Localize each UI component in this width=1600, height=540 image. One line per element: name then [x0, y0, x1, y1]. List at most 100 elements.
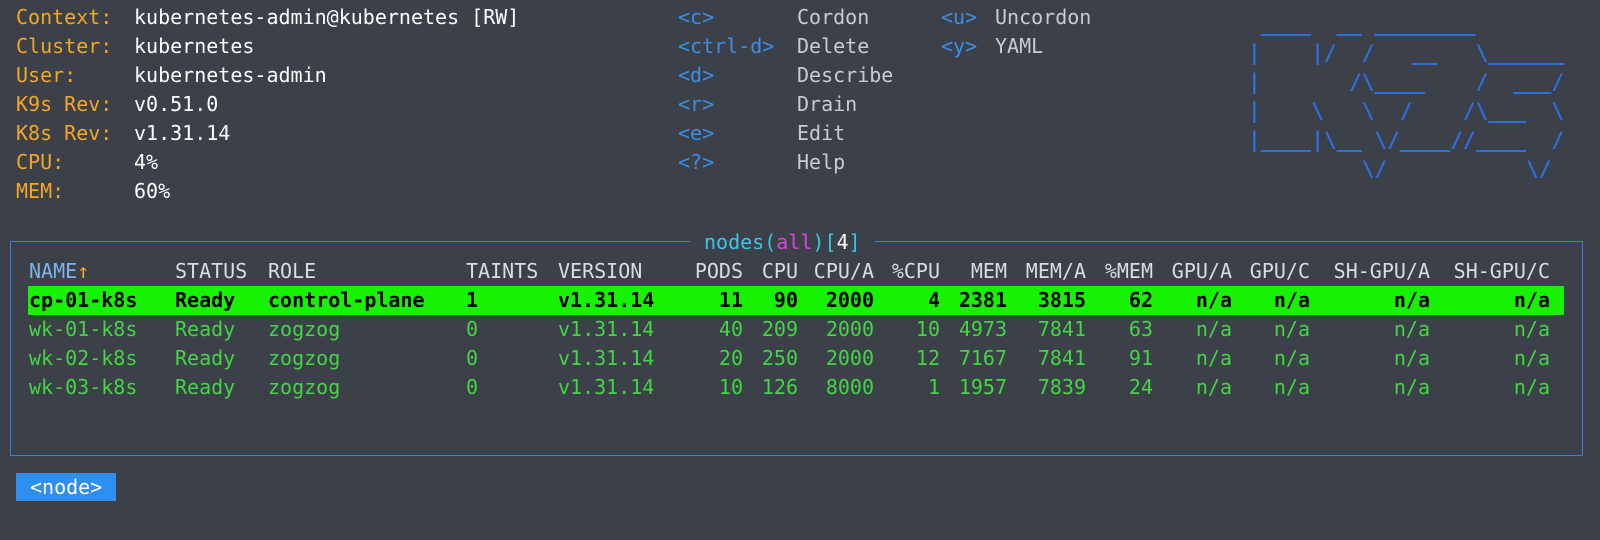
table-title: nodes(all)[4]	[690, 228, 875, 256]
cell-mem-alloc: 7841	[1037, 346, 1086, 370]
shortcut-action-drain[interactable]: Drain	[797, 90, 857, 119]
cell-status: Ready	[175, 317, 236, 341]
cell-version: v1.31.14	[558, 346, 655, 370]
cell-role: zogzog	[268, 346, 341, 370]
breadcrumb-node[interactable]: <node>	[16, 473, 117, 501]
context-label: Context:	[16, 5, 113, 29]
cpu-label: CPU:	[16, 150, 65, 174]
column-header-cpu-alloc[interactable]: CPU/A	[814, 257, 874, 286]
shortcut-action-describe[interactable]: Describe	[797, 61, 893, 90]
mem-label: MEM:	[16, 179, 65, 203]
cell-gpu-cap: n/a	[1273, 317, 1310, 341]
cell-cpu: 250	[761, 346, 798, 370]
k9s-rev-label: K9s Rev:	[16, 92, 113, 116]
cell-sh-gpu-cap: n/a	[1513, 346, 1550, 370]
cell-mem: 2381	[958, 288, 1007, 312]
column-header-status[interactable]: STATUS	[175, 257, 247, 286]
shortcut-action-delete[interactable]: Delete	[797, 32, 869, 61]
cell-taints: 0	[466, 346, 479, 370]
cell-taints: 1	[466, 288, 479, 312]
cell-name: wk-02-k8s	[29, 346, 138, 370]
k8s-rev-value: v1.31.14	[134, 121, 231, 145]
cell-cpu-alloc: 2000	[825, 346, 874, 370]
cell-mem-alloc: 7841	[1037, 317, 1086, 341]
column-header-taints[interactable]: TAINTS	[466, 257, 538, 286]
cluster-label: Cluster:	[16, 34, 113, 58]
cell-version: v1.31.14	[558, 288, 655, 312]
mem-value: 60%	[134, 179, 171, 203]
shortcut-key-edit[interactable]: <e>	[678, 119, 714, 148]
cell-gpu-cap: n/a	[1273, 346, 1310, 370]
shortcut-action-cordon[interactable]: Cordon	[797, 3, 869, 32]
cell-gpu-alloc: n/a	[1195, 375, 1232, 399]
shortcut-action-yaml[interactable]: YAML	[995, 32, 1043, 61]
cell-name: wk-03-k8s	[29, 375, 138, 399]
cell-cpu: 126	[761, 375, 798, 399]
column-header-role[interactable]: ROLE	[268, 257, 316, 286]
column-header-mem-pct[interactable]: %MEM	[1105, 257, 1153, 286]
cell-pods: 11	[718, 288, 743, 312]
cell-sh-gpu-cap: n/a	[1513, 317, 1550, 341]
table-title-close-paren: )	[812, 230, 825, 254]
cell-pods: 40	[718, 317, 743, 341]
k9s-rev-value: v0.51.0	[134, 92, 219, 116]
cell-status: Ready	[175, 346, 236, 370]
cell-status: Ready	[175, 375, 236, 399]
cell-sh-gpu-alloc: n/a	[1393, 346, 1430, 370]
shortcut-action-edit[interactable]: Edit	[797, 119, 845, 148]
cell-cpu-alloc: 8000	[825, 375, 874, 399]
cell-pods: 20	[718, 346, 743, 370]
cell-mem-alloc: 7839	[1037, 375, 1086, 399]
column-header-name[interactable]: NAME↑	[29, 257, 89, 286]
context-value: kubernetes-admin@kubernetes [RW]	[134, 5, 520, 29]
shortcut-key-help[interactable]: <?>	[678, 148, 714, 177]
cell-mem: 1957	[958, 375, 1007, 399]
cell-cpu: 90	[773, 288, 798, 312]
cell-mem-pct: 63	[1128, 317, 1153, 341]
cell-version: v1.31.14	[558, 317, 655, 341]
table-title-count: 4	[836, 230, 849, 254]
cell-cpu-alloc: 2000	[825, 288, 874, 312]
table-title-resource: nodes	[704, 230, 765, 254]
cell-cpu-pct: 12	[915, 346, 940, 370]
shortcut-action-help[interactable]: Help	[797, 148, 845, 177]
cell-cpu-alloc: 2000	[825, 317, 874, 341]
cell-mem-alloc: 3815	[1037, 288, 1086, 312]
shortcut-key-describe[interactable]: <d>	[678, 61, 714, 90]
column-header-gpu-cap[interactable]: GPU/C	[1250, 257, 1310, 286]
cell-sh-gpu-alloc: n/a	[1393, 288, 1430, 312]
cell-mem: 4973	[958, 317, 1007, 341]
column-header-pods[interactable]: PODS	[695, 257, 743, 286]
cell-role: control-plane	[268, 288, 425, 312]
user-label: User:	[16, 63, 77, 87]
column-header-cpu[interactable]: CPU	[762, 257, 798, 286]
cell-cpu: 209	[761, 317, 798, 341]
shortcut-key-yaml[interactable]: <y>	[941, 32, 977, 61]
shortcut-key-uncordon[interactable]: <u>	[941, 3, 977, 32]
cell-gpu-alloc: n/a	[1195, 346, 1232, 370]
column-header-version[interactable]: VERSION	[558, 257, 642, 286]
cell-sh-gpu-alloc: n/a	[1393, 375, 1430, 399]
cell-mem-pct: 62	[1128, 288, 1153, 312]
cell-gpu-alloc: n/a	[1195, 317, 1232, 341]
cell-gpu-cap: n/a	[1273, 288, 1310, 312]
cell-role: zogzog	[268, 375, 341, 399]
cell-version: v1.31.14	[558, 375, 655, 399]
column-header-gpu-alloc[interactable]: GPU/A	[1172, 257, 1232, 286]
column-header-sh-gpu-alloc[interactable]: SH-GPU/A	[1334, 257, 1430, 286]
cell-name: cp-01-k8s	[29, 288, 138, 312]
shortcut-key-delete[interactable]: <ctrl-d>	[678, 32, 774, 61]
cell-mem: 7167	[958, 346, 1007, 370]
column-header-sh-gpu-cap[interactable]: SH-GPU/C	[1454, 257, 1550, 286]
shortcut-key-cordon[interactable]: <c>	[678, 3, 714, 32]
k9s-logo: ____ __ ________ | |/ / __ \______ | /\_…	[1248, 12, 1565, 181]
shortcut-action-uncordon[interactable]: Uncordon	[995, 3, 1091, 32]
cell-mem-pct: 91	[1128, 346, 1153, 370]
cell-sh-gpu-alloc: n/a	[1393, 317, 1430, 341]
table-title-namespace: all	[776, 230, 813, 254]
column-header-cpu-pct[interactable]: %CPU	[892, 257, 940, 286]
column-header-mem-alloc[interactable]: MEM/A	[1026, 257, 1086, 286]
table-title-count-open: [	[824, 230, 837, 254]
column-header-mem[interactable]: MEM	[971, 257, 1007, 286]
shortcut-key-drain[interactable]: <r>	[678, 90, 714, 119]
